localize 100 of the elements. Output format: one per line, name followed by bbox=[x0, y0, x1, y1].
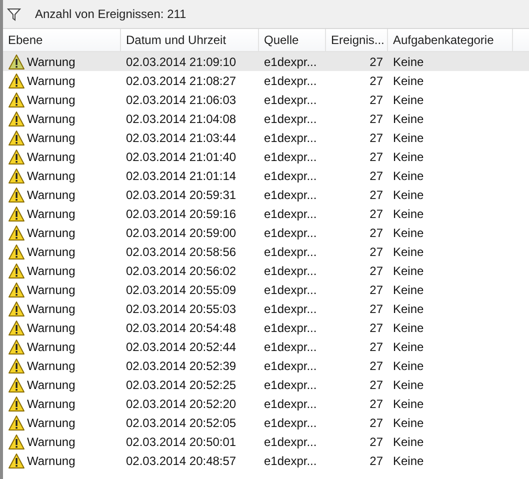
table-cell-text: Keine bbox=[392, 434, 425, 450]
event-row[interactable]: Warnung 02.03.2014 20:54:48 e1dexpr... 27 Keine bbox=[3, 318, 529, 337]
warning-icon bbox=[8, 168, 25, 184]
table-cell-text: e1dexpr... bbox=[263, 186, 318, 204]
table-cell-text: Keine bbox=[392, 206, 425, 222]
table-cell-text: e1dexpr... bbox=[263, 148, 318, 166]
table-cell-text: Keine bbox=[392, 396, 425, 412]
table-cell: Warnung bbox=[27, 188, 76, 202]
table-cell-text: Keine bbox=[392, 54, 425, 70]
event-row[interactable]: Warnung 02.03.2014 20:52:39 e1dexpr... 27 Keine bbox=[3, 356, 529, 375]
warning-icon bbox=[8, 282, 25, 298]
table-cell-text: e1dexpr... bbox=[263, 300, 318, 318]
table-cell: Warnung bbox=[27, 168, 76, 182]
table-cell-text: Keine bbox=[392, 452, 425, 470]
table-cell-text: 27 bbox=[368, 414, 384, 432]
event-row[interactable]: Warnung 02.03.2014 20:52:20 e1dexpr... 27 Keine bbox=[3, 394, 529, 413]
table-cell: Warnung bbox=[27, 74, 76, 88]
warning-icon bbox=[8, 110, 25, 126]
table-cell: Warnung bbox=[27, 302, 76, 316]
table-cell-text: 02.03.2014 20:52:20 bbox=[125, 396, 238, 412]
filter-icon[interactable] bbox=[7, 8, 21, 20]
table-cell-text: 27 bbox=[368, 320, 384, 336]
table-cell: Warnung bbox=[27, 340, 76, 354]
event-row[interactable]: Warnung 02.03.2014 20:50:01 e1dexpr... 27 Keine bbox=[3, 432, 529, 451]
table-cell: Warnung bbox=[27, 244, 76, 258]
warning-icon bbox=[8, 224, 25, 240]
table-cell-text: Keine bbox=[392, 110, 425, 128]
table-cell-text: 27 bbox=[368, 224, 384, 242]
table-cell-text: Keine bbox=[392, 282, 425, 298]
table-cell-text: Keine bbox=[392, 338, 425, 356]
table-cell-text: 27 bbox=[368, 244, 384, 260]
table-cell-text: Keine bbox=[392, 148, 425, 166]
table-cell-text: 02.03.2014 20:52:25 bbox=[125, 376, 238, 394]
table-cell-text: 02.03.2014 20:59:00 bbox=[125, 224, 238, 242]
event-row[interactable]: Warnung 02.03.2014 21:01:14 e1dexpr... 27 Keine bbox=[3, 166, 529, 185]
event-row[interactable]: Warnung 02.03.2014 20:58:56 e1dexpr... 27 Keine bbox=[3, 242, 529, 261]
table-cell: Warnung bbox=[27, 282, 76, 296]
table-cell-text: 27 bbox=[368, 262, 384, 280]
table-cell-text: 27 bbox=[368, 452, 384, 470]
table-cell-text: Keine bbox=[392, 130, 425, 146]
table-cell-text: 02.03.2014 20:59:16 bbox=[125, 206, 238, 222]
table-cell-text: e1dexpr... bbox=[263, 282, 318, 298]
table-cell-text: 27 bbox=[368, 54, 384, 70]
warning-icon bbox=[8, 72, 25, 88]
table-cell-text: 02.03.2014 21:06:03 bbox=[125, 92, 238, 108]
event-row[interactable]: Warnung 02.03.2014 21:09:10 e1dexpr... 27 Keine bbox=[3, 52, 529, 71]
event-count: Anzahl von Ereignissen: 211 bbox=[35, 7, 186, 21]
event-row[interactable]: Warnung 02.03.2014 20:52:44 e1dexpr... 27 Keine bbox=[3, 337, 529, 356]
event-row[interactable]: Warnung 02.03.2014 20:48:57 e1dexpr... 27 Keine bbox=[3, 451, 529, 470]
event-row[interactable]: Warnung 02.03.2014 20:59:00 e1dexpr... 27 Keine bbox=[3, 223, 529, 242]
event-row[interactable]: Warnung 02.03.2014 20:59:16 e1dexpr... 27 Keine bbox=[3, 204, 529, 223]
table-cell: Warnung bbox=[27, 358, 76, 372]
warning-icon bbox=[8, 300, 25, 316]
table-cell-text: e1dexpr... bbox=[263, 262, 318, 280]
table-cell: Warnung bbox=[27, 112, 76, 126]
table-cell-text: e1dexpr... bbox=[263, 168, 318, 184]
table-cell: Warnung bbox=[27, 150, 76, 164]
event-row[interactable]: Warnung 02.03.2014 20:55:03 e1dexpr... 27 Keine bbox=[3, 299, 529, 318]
table-cell-text: 02.03.2014 21:01:40 bbox=[125, 148, 238, 166]
table-cell-text: 27 bbox=[368, 110, 384, 128]
table-cell: Warnung bbox=[27, 396, 76, 410]
warning-icon bbox=[8, 54, 25, 70]
table-cell-text: 02.03.2014 20:55:09 bbox=[125, 282, 238, 298]
table-cell: Warnung bbox=[27, 54, 76, 68]
event-row[interactable]: Warnung 02.03.2014 21:03:44 e1dexpr... 27 Keine bbox=[3, 128, 529, 147]
event-row[interactable]: Warnung 02.03.2014 21:06:03 e1dexpr... 27 Keine bbox=[3, 90, 529, 109]
table-cell-text: 27 bbox=[368, 434, 384, 450]
table-cell: Warnung bbox=[27, 226, 76, 240]
table-cell-text: e1dexpr... bbox=[263, 244, 318, 260]
table-cell-text: e1dexpr... bbox=[263, 414, 318, 432]
table-cell-text: 02.03.2014 20:52:39 bbox=[125, 358, 238, 374]
table-cell-text: e1dexpr... bbox=[263, 320, 318, 336]
table-cell: Warnung bbox=[27, 434, 76, 448]
table-cell-text: 27 bbox=[368, 168, 384, 184]
event-row[interactable]: Warnung 02.03.2014 20:59:31 e1dexpr... 27 Keine bbox=[3, 185, 529, 204]
event-row[interactable]: Warnung 02.03.2014 20:56:02 e1dexpr... 27 Keine bbox=[3, 261, 529, 280]
table-cell-text: e1dexpr... bbox=[263, 224, 318, 242]
event-row[interactable]: Warnung 02.03.2014 21:08:27 e1dexpr... 27 Keine bbox=[3, 71, 529, 90]
event-row[interactable]: Warnung 02.03.2014 21:01:40 e1dexpr... 27 Keine bbox=[3, 147, 529, 166]
event-row[interactable]: Warnung 02.03.2014 20:52:25 e1dexpr... 27 Keine bbox=[3, 375, 529, 394]
table-cell-text: 02.03.2014 20:52:05 bbox=[125, 414, 238, 432]
table-cell-text: 27 bbox=[368, 396, 384, 412]
table-cell-text: 27 bbox=[368, 92, 384, 108]
table-cell-text: e1dexpr... bbox=[263, 396, 318, 412]
table-cell-text: e1dexpr... bbox=[263, 130, 318, 146]
warning-icon bbox=[8, 434, 25, 450]
table-cell: Warnung bbox=[27, 206, 76, 220]
event-row[interactable]: Warnung 02.03.2014 20:52:05 e1dexpr... 27 Keine bbox=[3, 413, 529, 432]
warning-icon bbox=[8, 452, 25, 468]
table-cell-text: 02.03.2014 20:58:56 bbox=[125, 244, 238, 260]
table-cell: Warnung bbox=[27, 416, 76, 430]
warning-icon bbox=[8, 206, 25, 222]
warning-icon bbox=[8, 358, 25, 374]
table-cell: Warnung bbox=[27, 264, 76, 278]
event-row[interactable]: Warnung 02.03.2014 20:55:09 e1dexpr... 27 Keine bbox=[3, 280, 529, 299]
event-row[interactable]: Warnung 02.03.2014 21:04:08 e1dexpr... 27 Keine bbox=[3, 109, 529, 128]
table-cell-text: Keine bbox=[392, 72, 425, 90]
table-cell-text: Keine bbox=[392, 358, 425, 374]
table-cell-text: 27 bbox=[368, 376, 384, 394]
table-cell-text: 27 bbox=[368, 338, 384, 356]
